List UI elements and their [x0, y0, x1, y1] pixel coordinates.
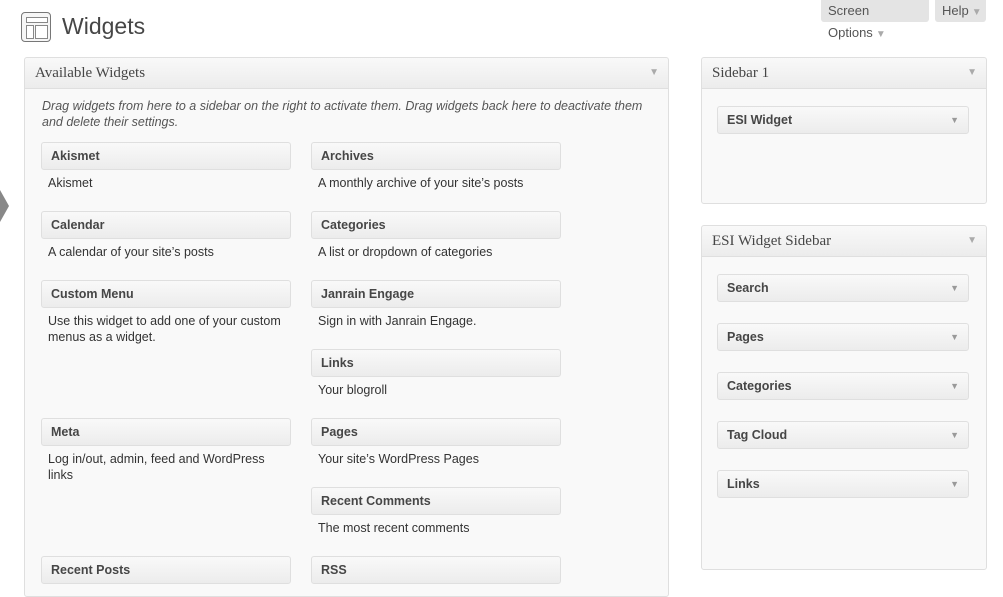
available-widgets-panel: Available Widgets ▼ Drag widgets from he…: [24, 57, 669, 597]
widget-title: Pages: [321, 425, 358, 439]
widget-title: Recent Posts: [51, 563, 131, 577]
collapse-arrow-icon[interactable]: [0, 190, 9, 222]
widget-custom-menu[interactable]: Custom Menu: [41, 280, 291, 308]
widget-description: Sign in with Janrain Engage.: [318, 314, 477, 328]
widget-pages[interactable]: Pages: [311, 418, 561, 446]
widget-title: Recent Comments: [321, 494, 431, 508]
sidebar-widget-esi-widget[interactable]: ESI Widget ▼: [717, 106, 969, 134]
widget-title: Categories: [727, 379, 792, 393]
triangle-down-icon: ▼: [971, 7, 982, 18]
triangle-down-icon[interactable]: ▼: [950, 430, 959, 440]
widget-description: Use this widget to add one of your custo…: [48, 314, 281, 344]
widget-description: A calendar of your site’s posts: [48, 245, 214, 259]
triangle-down-icon[interactable]: ▼: [950, 283, 959, 293]
widget-title: ESI Widget: [727, 113, 793, 127]
screen-options-label: Screen Options: [828, 3, 873, 40]
widget-description: A list or dropdown of categories: [318, 245, 493, 259]
triangle-down-icon[interactable]: ▼: [967, 67, 977, 78]
widget-description: Your blogroll: [318, 383, 388, 397]
triangle-down-icon[interactable]: ▼: [967, 235, 977, 246]
triangle-down-icon[interactable]: ▼: [950, 381, 959, 391]
widget-title: Custom Menu: [51, 287, 134, 301]
triangle-down-icon[interactable]: ▼: [950, 332, 959, 342]
sidebar-1-title: Sidebar 1: [712, 65, 770, 81]
triangle-down-icon: ▼: [875, 29, 886, 40]
widget-title: Categories: [321, 218, 386, 232]
help-label: Help: [942, 3, 969, 18]
widget-description: A monthly archive of your site’s posts: [318, 176, 524, 190]
triangle-down-icon[interactable]: ▼: [649, 67, 659, 78]
sidebar-widget-pages[interactable]: Pages ▼: [717, 323, 969, 351]
widget-title: Meta: [51, 425, 80, 439]
sidebar-widget-search[interactable]: Search ▼: [717, 274, 969, 302]
widgets-page-icon: [21, 12, 51, 42]
widget-rss[interactable]: RSS: [311, 556, 561, 584]
page-title: Widgets: [62, 13, 146, 39]
widget-title: RSS: [321, 563, 347, 577]
widget-title: Pages: [727, 330, 764, 344]
sidebar-widget-links[interactable]: Links ▼: [717, 470, 969, 498]
triangle-down-icon[interactable]: ▼: [950, 115, 959, 125]
widget-meta[interactable]: Meta: [41, 418, 291, 446]
widget-archives[interactable]: Archives: [311, 142, 561, 170]
widget-title: Tag Cloud: [727, 428, 788, 442]
help-button[interactable]: Help ▼: [935, 0, 986, 22]
available-widgets-header[interactable]: Available Widgets ▼: [25, 58, 668, 89]
widget-categories[interactable]: Categories: [311, 211, 561, 239]
sidebar-1-panel: Sidebar 1 ▼ ESI Widget ▼: [701, 57, 987, 204]
widget-title: Links: [321, 356, 354, 370]
widget-title: Links: [727, 477, 760, 491]
widget-janrain-engage[interactable]: Janrain Engage: [311, 280, 561, 308]
widget-title: Calendar: [51, 218, 105, 232]
sidebar-1-header[interactable]: Sidebar 1 ▼: [702, 58, 986, 89]
available-widgets-description: Drag widgets from here to a sidebar on t…: [42, 99, 643, 129]
widget-calendar[interactable]: Calendar: [41, 211, 291, 239]
widget-recent-posts[interactable]: Recent Posts: [41, 556, 291, 584]
widget-description: Akismet: [48, 176, 93, 190]
widget-title: Akismet: [51, 149, 100, 163]
widget-description: Your site’s WordPress Pages: [318, 452, 479, 466]
triangle-down-icon[interactable]: ▼: [950, 479, 959, 489]
sidebar-widget-categories[interactable]: Categories ▼: [717, 372, 969, 400]
widget-description: Log in/out, admin, feed and WordPress li…: [48, 452, 265, 482]
widget-title: Search: [727, 281, 769, 295]
widget-recent-comments[interactable]: Recent Comments: [311, 487, 561, 515]
widget-description: The most recent comments: [318, 521, 470, 535]
esi-widget-sidebar-title: ESI Widget Sidebar: [712, 233, 832, 249]
available-widgets-title: Available Widgets: [35, 65, 146, 81]
esi-widget-sidebar-panel: ESI Widget Sidebar ▼ Search ▼ Pages ▼ Ca…: [701, 225, 987, 570]
widget-title: Archives: [321, 149, 374, 163]
widget-akismet[interactable]: Akismet: [41, 142, 291, 170]
widget-title: Janrain Engage: [321, 287, 415, 301]
esi-widget-sidebar-header[interactable]: ESI Widget Sidebar ▼: [702, 226, 986, 257]
widget-links[interactable]: Links: [311, 349, 561, 377]
sidebar-widget-tag-cloud[interactable]: Tag Cloud ▼: [717, 421, 969, 449]
screen-options-button[interactable]: Screen Options ▼: [821, 0, 929, 40]
